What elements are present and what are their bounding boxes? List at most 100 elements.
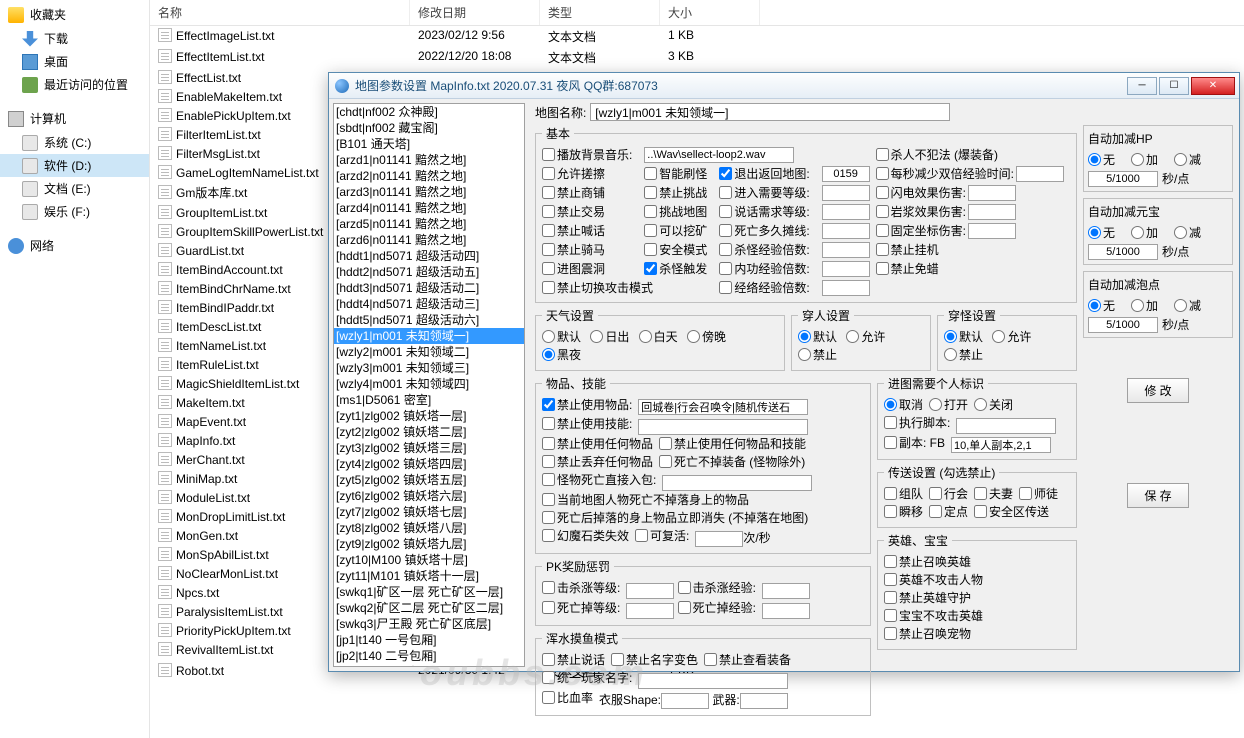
close-button[interactable]: ✕ <box>1191 77 1235 95</box>
dead-level-input[interactable] <box>626 603 674 619</box>
cb-cur-mob-nodrop[interactable]: 当前地图人物死亡不掉落身上的物品 <box>542 491 749 508</box>
cb-no-switch[interactable]: 禁止切换攻击模式 <box>542 279 707 296</box>
mapname-input[interactable] <box>590 103 950 121</box>
cb-no-talk[interactable]: 禁止说话 <box>542 651 605 668</box>
map-list-item[interactable]: [wzly1|m001 未知领域一] <box>334 328 524 344</box>
map-list-item[interactable]: [jp3|t140 三号包厢] <box>334 664 524 667</box>
cb-no-challenge[interactable]: 禁止挑战 <box>644 184 707 201</box>
cb-enter-level[interactable]: 进入需要等级: <box>719 184 809 201</box>
network-header[interactable]: 网络 <box>0 233 149 258</box>
forbid-item-input[interactable] <box>638 399 808 415</box>
map-list-item[interactable]: [hddt1|nd5071 超级活动四] <box>334 248 524 264</box>
map-list-item[interactable]: [ms1|D5061 密室] <box>334 392 524 408</box>
cb-safe-mode[interactable]: 安全模式 <box>644 241 707 258</box>
inner-exp-input[interactable] <box>822 261 870 277</box>
map-list-item[interactable]: [zyt7|zlg002 镇妖塔七层] <box>334 504 524 520</box>
cb-talk-level[interactable]: 说话需求等级: <box>719 203 809 220</box>
map-list-item[interactable]: [swkq2|矿区二层 死亡矿区二层] <box>334 600 524 616</box>
dead-exp-input[interactable] <box>762 603 810 619</box>
map-list-item[interactable]: [zyt8|zlg002 镇妖塔八层] <box>334 520 524 536</box>
map-list-item[interactable]: [zyt9|zlg002 镇妖塔九层] <box>334 536 524 552</box>
r-weather-day[interactable]: 白天 <box>639 328 678 345</box>
cb-forbid-any-item[interactable]: 禁止使用任何物品 <box>542 435 653 452</box>
map-list-item[interactable]: [hddt4|nd5071 超级活动三] <box>334 296 524 312</box>
col-name[interactable]: 名称 <box>150 0 410 25</box>
map-list-item[interactable]: [arzd4|n01141 黯然之地] <box>334 200 524 216</box>
r-pd-none[interactable]: 无 <box>1088 297 1115 314</box>
map-list-item[interactable]: [zyt5|zlg002 镇妖塔五层] <box>334 472 524 488</box>
map-list-item[interactable]: [sbdt|nf002 藏宝阁] <box>334 120 524 136</box>
kill-exp-input[interactable] <box>822 242 870 258</box>
r-yb-sub[interactable]: 减 <box>1174 224 1201 241</box>
titlebar[interactable]: 地图参数设置 MapInfo.txt 2020.07.31 夜风 QQ群:687… <box>329 73 1239 99</box>
cb-pet-no-atk-hero[interactable]: 宝宝不攻击英雄 <box>884 607 983 624</box>
fb-input[interactable] <box>951 437 1051 453</box>
cb-dead-level[interactable]: 死亡掉等级: <box>542 599 620 616</box>
map-list-item[interactable]: [arzd1|n01141 黯然之地] <box>334 152 524 168</box>
r-ef-cancel[interactable]: 取消 <box>884 396 923 413</box>
revive-input[interactable] <box>695 531 743 547</box>
cb-no-summon-pet[interactable]: 禁止召唤宠物 <box>884 625 971 642</box>
forbid-skill-input[interactable] <box>638 419 808 435</box>
bgm-input[interactable] <box>644 147 794 163</box>
cb-magic-stone[interactable]: 幻魔石类失效 <box>542 527 629 544</box>
col-date[interactable]: 修改日期 <box>410 0 540 25</box>
cb-exp-exp[interactable]: 经络经验倍数: <box>719 279 809 296</box>
talk-level-input[interactable] <box>822 204 870 220</box>
r-hp-none[interactable]: 无 <box>1088 151 1115 168</box>
minimize-button[interactable]: ─ <box>1127 77 1157 95</box>
yb-val-input[interactable] <box>1088 244 1158 260</box>
map-list-item[interactable]: [zyt2|zlg002 镇妖塔二层] <box>334 424 524 440</box>
enter-level-input[interactable] <box>822 185 870 201</box>
cb-fb[interactable]: 副本: FB <box>884 434 945 451</box>
cb-no-name-color[interactable]: 禁止名字变色 <box>611 651 698 668</box>
cb-fixed[interactable]: 定点 <box>929 503 968 520</box>
cb-exit-return[interactable]: 退出返回地图: <box>719 165 809 182</box>
clothes-input[interactable] <box>661 693 709 709</box>
dead-burst-input[interactable] <box>822 223 870 239</box>
kill-level-input[interactable] <box>626 583 674 599</box>
r-pd-sub[interactable]: 减 <box>1174 297 1201 314</box>
r-weather-default[interactable]: 默认 <box>542 328 581 345</box>
exp-exp-input[interactable] <box>822 280 870 296</box>
drive-f[interactable]: 娱乐 (F:) <box>0 200 149 223</box>
cb-decrease-sec[interactable]: 每秒减少双倍经验时间: <box>876 165 1064 182</box>
weapon-input[interactable] <box>740 693 788 709</box>
drive-d[interactable]: 软件 (D:) <box>0 154 149 177</box>
cb-no-wait[interactable]: 禁止挂机 <box>876 241 1064 258</box>
cb-inner-exp[interactable]: 内功经验倍数: <box>719 260 809 277</box>
hp-val-input[interactable] <box>1088 171 1158 187</box>
cb-no-summon-hero[interactable]: 禁止召唤英雄 <box>884 553 971 570</box>
map-list-item[interactable]: [zyt11|M101 镇妖塔十一层] <box>334 568 524 584</box>
map-list-item[interactable]: [arzd3|n01141 黯然之地] <box>334 184 524 200</box>
map-list-item[interactable]: [B101 通天塔] <box>334 136 524 152</box>
map-list-item[interactable]: [swkq1|矿区一层 死亡矿区一层] <box>334 584 524 600</box>
r-wear2-allow[interactable]: 允许 <box>992 328 1031 345</box>
cb-hp-ratio[interactable]: 比血率 <box>542 689 593 706</box>
cb-forbid-any-itemskill[interactable]: 禁止使用任何物品和技能 <box>659 435 806 452</box>
map-list-item[interactable]: [hddt3|nd5071 超级活动二] <box>334 280 524 296</box>
cb-no-hero-guard[interactable]: 禁止英雄守护 <box>884 589 971 606</box>
cb-allow-rub[interactable]: 允许搓擦 <box>542 165 632 182</box>
cb-master[interactable]: 师徒 <box>1019 485 1058 502</box>
r-ef-open[interactable]: 打开 <box>929 396 968 413</box>
cb-mob-dead-bag[interactable]: 怪物死亡直接入包: <box>542 471 656 488</box>
r-hp-add[interactable]: 加 <box>1131 151 1158 168</box>
cb-no-chat[interactable]: 禁止喊话 <box>542 222 632 239</box>
map-list-item[interactable]: [wzly4|m001 未知领域四] <box>334 376 524 392</box>
cb-forbid-drop[interactable]: 禁止丢弃任何物品 <box>542 453 653 470</box>
cb-revive[interactable]: 可复活: <box>635 527 689 544</box>
map-list-item[interactable]: [hddt5|nd5071 超级活动六] <box>334 312 524 328</box>
pd-val-input[interactable] <box>1088 317 1158 333</box>
script-input[interactable] <box>956 418 1056 434</box>
sidebar-download[interactable]: 下载 <box>0 27 149 50</box>
cb-safe[interactable]: 安全区传送 <box>974 503 1049 520</box>
map-list-item[interactable]: [jp1|t140 一号包厢] <box>334 632 524 648</box>
map-list-item[interactable]: [zyt6|zlg002 镇妖塔六层] <box>334 488 524 504</box>
cb-lava-dmg[interactable]: 岩浆效果伤害: <box>876 203 1064 220</box>
map-list[interactable]: [chdt|nf002 众神殿][sbdt|nf002 藏宝阁][B101 通天… <box>333 103 525 667</box>
cb-blink[interactable]: 瞬移 <box>884 503 923 520</box>
r-weather-dusk[interactable]: 傍晚 <box>687 328 726 345</box>
cb-challenge-map[interactable]: 挑战地图 <box>644 203 707 220</box>
cb-no-stall[interactable]: 禁止商铺 <box>542 184 632 201</box>
